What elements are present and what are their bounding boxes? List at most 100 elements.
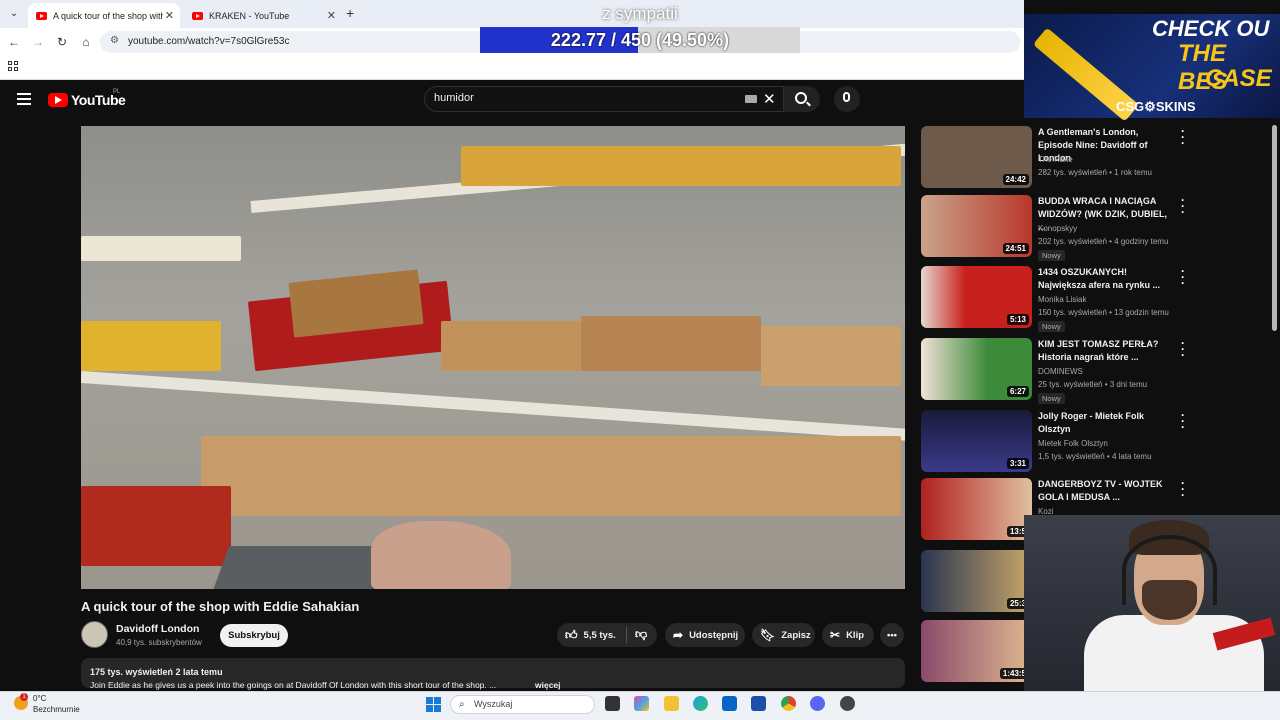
search-icon: ⌕ xyxy=(459,699,465,710)
back-arrow-icon[interactable]: ← xyxy=(6,34,22,50)
clip-label: Klip xyxy=(846,629,865,641)
hamburger-menu-icon[interactable] xyxy=(17,93,31,105)
kebab-menu-icon[interactable]: · · · xyxy=(1181,477,1185,501)
search-icon[interactable] xyxy=(795,92,807,104)
edge-browser-icon[interactable] xyxy=(693,696,708,711)
tab-title: A quick tour of the shop with E xyxy=(53,10,163,21)
channel-name[interactable]: Davidoff London xyxy=(116,623,199,635)
recommendation-title[interactable]: DANGERBOYZ TV - WOJTEK GOLA I MEDUSA ... xyxy=(1038,478,1173,504)
store-icon[interactable] xyxy=(751,696,766,711)
recommendation-channel[interactable]: Monika Lisiak xyxy=(1038,295,1086,304)
keyboard-icon[interactable] xyxy=(745,95,757,103)
more-actions-button[interactable]: ••• xyxy=(880,623,904,647)
new-badge: Nowy xyxy=(1038,393,1065,404)
taskbar-search-box[interactable] xyxy=(450,695,595,714)
subscribe-button[interactable]: Subskrybuj xyxy=(220,624,288,647)
recommendation-item[interactable]: 5:13 1434 OSZUKANYCH! Największa afera n… xyxy=(921,265,1191,332)
ad-headline: CASE xyxy=(1205,65,1272,92)
close-tab-icon[interactable]: ✕ xyxy=(327,9,336,22)
kebab-menu-icon[interactable]: · · · xyxy=(1181,409,1185,433)
recommendation-item[interactable]: 24:51 BUDDA WRACA I NACIĄGA WIDZÓW? (WK … xyxy=(921,194,1191,261)
video-duration: 3:31 xyxy=(1006,458,1029,469)
recommendation-meta: 25 tys. wyświetleń • 3 dni temu xyxy=(1038,380,1148,389)
weather-description[interactable]: Bezchmurnie xyxy=(33,705,80,714)
weather-temperature[interactable]: 0°C xyxy=(33,694,46,703)
copilot-icon[interactable] xyxy=(634,696,649,711)
tab-list-chevron-icon[interactable]: ⌄ xyxy=(6,6,22,22)
tab-active[interactable]: A quick tour of the shop with E ✕ xyxy=(28,3,180,28)
recommendation-channel[interactable]: Konopskyy xyxy=(1038,224,1077,233)
clip-button[interactable]: ✂ Klip xyxy=(822,623,874,647)
kebab-menu-icon[interactable]: · · · xyxy=(1181,194,1185,218)
video-thumbnail[interactable]: 25:3 xyxy=(921,550,1032,612)
recommendation-item[interactable]: 24:42 A Gentleman's London, Episode Nine… xyxy=(921,125,1191,192)
description-more-link[interactable]: więcej xyxy=(535,680,561,690)
chrome-icon[interactable] xyxy=(781,696,796,711)
share-label: Udostępnij xyxy=(689,629,739,641)
more-dots-icon: ••• xyxy=(887,629,897,641)
like-button[interactable]: 👍︎ 5,5 tys. 👎︎ xyxy=(557,623,657,647)
recommendation-channel[interactable]: DOMINEWS xyxy=(1038,367,1083,376)
reload-icon[interactable]: ↻ xyxy=(54,34,70,50)
save-button[interactable]: 🔖︎ Zapisz xyxy=(752,623,815,647)
thumbs-down-icon[interactable]: 👎︎ xyxy=(635,627,647,642)
discord-icon[interactable] xyxy=(810,696,825,711)
recommendation-meta: 150 tys. wyświetleń • 13 godzin temu xyxy=(1038,308,1169,317)
site-info-icon[interactable]: ⚙ xyxy=(110,35,119,46)
recommendation-channel[interactable]: Mietek Folk Olsztyn xyxy=(1038,439,1108,448)
video-duration: 5:13 xyxy=(1006,314,1029,325)
clear-search-icon[interactable]: ✕ xyxy=(763,90,776,108)
task-view-icon[interactable] xyxy=(605,696,620,711)
microphone-icon[interactable] xyxy=(843,92,850,102)
kebab-menu-icon[interactable]: · · · xyxy=(1181,337,1185,361)
recommendation-meta: 1,5 tys. wyświetleń • 4 lata temu xyxy=(1038,452,1152,461)
video-thumbnail[interactable]: 24:51 xyxy=(921,195,1032,257)
video-thumbnail[interactable]: 6:27 xyxy=(921,338,1032,400)
thumbs-up-icon: 👍︎ xyxy=(565,627,578,642)
channel-avatar[interactable] xyxy=(81,621,108,648)
search-input[interactable] xyxy=(424,86,784,112)
cigar-box xyxy=(581,316,761,371)
cigar-box xyxy=(761,326,901,386)
weather-notification-badge: 1 xyxy=(20,693,28,701)
recommendation-title[interactable]: 1434 OSZUKANYCH! Największa afera na ryn… xyxy=(1038,266,1173,292)
recommendation-item[interactable]: 3:31 Jolly Roger - Mietek Folk Olsztyn M… xyxy=(921,409,1191,476)
video-duration: 6:27 xyxy=(1006,386,1029,397)
like-count: 5,5 tys. xyxy=(583,629,616,641)
file-explorer-icon[interactable] xyxy=(664,696,679,711)
tab-title: KRAKEN - YouTube xyxy=(209,10,290,21)
apps-grid-icon[interactable] xyxy=(8,61,18,71)
recommendation-title[interactable]: KIM JEST TOMASZ PERŁA? Historia nagrań k… xyxy=(1038,338,1173,364)
taskbar-search-label: Wyszukaj xyxy=(474,699,513,709)
video-thumbnail[interactable]: 24:42 xyxy=(921,126,1032,188)
tab-inactive[interactable]: KRAKEN - YouTube ✕ xyxy=(184,3,342,28)
windows-start-icon[interactable] xyxy=(426,697,441,712)
recommendation-channel[interactable]: The Rake xyxy=(1038,155,1073,164)
close-tab-icon[interactable]: ✕ xyxy=(165,9,174,22)
sidebar-scrollbar[interactable] xyxy=(1272,125,1277,331)
video-thumbnail[interactable]: 3:31 xyxy=(921,410,1032,472)
cigar-box xyxy=(81,321,221,371)
ad-headline: CHECK OU xyxy=(1152,16,1270,41)
outlook-icon[interactable] xyxy=(722,696,737,711)
youtube-favicon-icon xyxy=(36,11,47,20)
kebab-menu-icon[interactable]: · · · xyxy=(1181,125,1185,149)
scissors-icon: ✂ xyxy=(830,628,841,642)
description-text: Join Eddie as he gives us a peek into th… xyxy=(90,680,497,690)
forward-arrow-icon[interactable]: → xyxy=(30,34,46,50)
new-tab-plus-icon[interactable]: + xyxy=(346,5,354,21)
video-player[interactable] xyxy=(81,126,905,589)
video-thumbnail[interactable]: 1:43:5 xyxy=(921,620,1032,682)
home-icon[interactable]: ⌂ xyxy=(78,34,94,50)
webcam-overlay xyxy=(1024,515,1280,691)
kebab-menu-icon[interactable]: · · · xyxy=(1181,265,1185,289)
view-count-and-date: 175 tys. wyświetleń 2 lata temu xyxy=(90,667,223,677)
video-thumbnail[interactable]: 13:5 xyxy=(921,478,1032,540)
video-thumbnail[interactable]: 5:13 xyxy=(921,266,1032,328)
recommendation-item[interactable]: 6:27 KIM JEST TOMASZ PERŁA? Historia nag… xyxy=(921,337,1191,404)
search-input-value[interactable]: humidor xyxy=(434,92,474,104)
obs-icon[interactable] xyxy=(840,696,855,711)
recommendation-title[interactable]: Jolly Roger - Mietek Folk Olsztyn xyxy=(1038,410,1173,436)
share-button[interactable]: ➦ Udostępnij xyxy=(665,623,745,647)
video-duration: 24:42 xyxy=(1002,174,1029,185)
